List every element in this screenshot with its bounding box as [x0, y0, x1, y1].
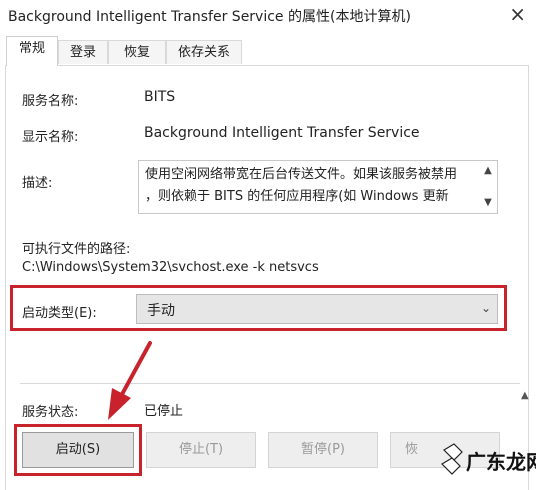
startup-type-select[interactable]: 手动 ⌄ — [136, 294, 498, 324]
tab-recovery[interactable]: 恢复 — [108, 40, 166, 64]
tab-dependencies[interactable]: 依存关系 — [166, 40, 242, 64]
window-title: Background Intelligent Transfer Service … — [8, 9, 411, 25]
title-bar: Background Intelligent Transfer Service … — [0, 0, 536, 32]
pause-button[interactable]: 暂停(P) — [268, 432, 378, 468]
path-value: C:\Windows\System32\svchost.exe -k netsv… — [22, 260, 319, 275]
service-name-label: 服务名称: — [22, 94, 79, 109]
service-name-value: BITS — [144, 89, 176, 105]
description-text: 使用空闲网络带宽在后台传送文件。如果该服务被禁用 ，则依赖于 BITS 的任何应… — [145, 167, 458, 204]
display-name-value: Background Intelligent Transfer Service — [144, 125, 420, 141]
description-scrollbar[interactable]: ▲ ▼ — [481, 161, 495, 213]
description-label: 描述: — [22, 176, 53, 191]
service-status-label: 服务状态: — [22, 405, 79, 420]
watermark-logo-icon — [441, 443, 463, 475]
display-name-label: 显示名称: — [22, 130, 79, 145]
tab-strip: 常规 登录 恢复 依存关系 — [0, 36, 536, 66]
startup-type-value: 手动 — [147, 303, 175, 319]
watermark-text: 广东龙网 — [466, 450, 536, 474]
tab-logon[interactable]: 登录 — [58, 40, 108, 64]
scroll-down-icon[interactable]: ▼ — [481, 197, 495, 208]
scroll-up-icon[interactable]: ▲ — [521, 390, 529, 401]
chevron-down-icon: ⌄ — [480, 301, 491, 315]
close-icon[interactable]: × — [509, 2, 526, 26]
watermark: 广东龙网 — [440, 440, 536, 480]
description-box[interactable]: 使用空闲网络带宽在后台传送文件。如果该服务被禁用 ，则依赖于 BITS 的任何应… — [138, 160, 498, 214]
tab-general[interactable]: 常规 — [6, 36, 58, 66]
scroll-up-icon[interactable]: ▲ — [481, 165, 495, 176]
service-status-value: 已停止 — [144, 404, 184, 419]
stop-button[interactable]: 停止(T) — [146, 432, 256, 468]
startup-type-label: 启动类型(E): — [22, 306, 97, 321]
start-button[interactable]: 启动(S) — [22, 432, 134, 468]
separator — [20, 383, 520, 384]
path-label: 可执行文件的路径: — [22, 242, 131, 257]
